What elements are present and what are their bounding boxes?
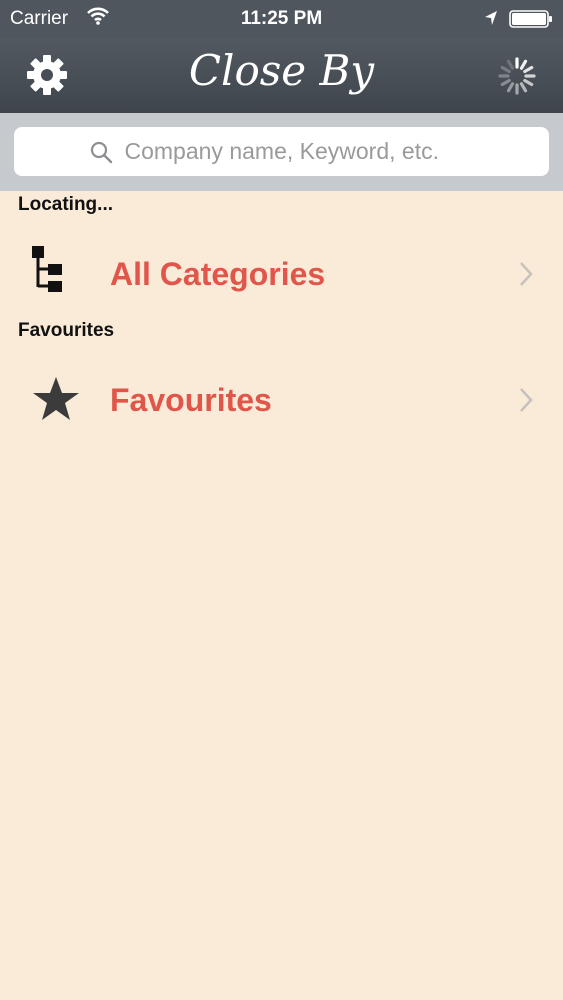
status-bar: Carrier 11:25 PM: [0, 0, 563, 38]
chevron-right-icon: [518, 386, 534, 419]
battery-icon: [509, 10, 553, 33]
search-input[interactable]: [124, 138, 475, 165]
list-item-all-categories[interactable]: All Categories: [0, 234, 563, 314]
activity-spinner-icon: [497, 56, 537, 96]
location-arrow-icon: [484, 10, 498, 31]
section-header-favourites: Favourites: [18, 320, 115, 341]
favourites-label: Favourites: [110, 382, 272, 418]
all-categories-label: All Categories: [110, 256, 326, 292]
search-bar: [0, 113, 563, 191]
section-header-locating: Locating...: [18, 194, 113, 215]
list-item-favourites[interactable]: Favourites: [0, 360, 563, 440]
status-time: 11:25 PM: [240, 8, 323, 29]
category-tree-icon: [30, 244, 82, 296]
star-icon: [30, 374, 82, 426]
app-title: Close By: [188, 46, 375, 95]
nav-bar: Close By: [0, 38, 563, 113]
chevron-right-icon: [518, 260, 534, 293]
search-box[interactable]: [14, 127, 549, 176]
search-icon: [90, 141, 112, 163]
